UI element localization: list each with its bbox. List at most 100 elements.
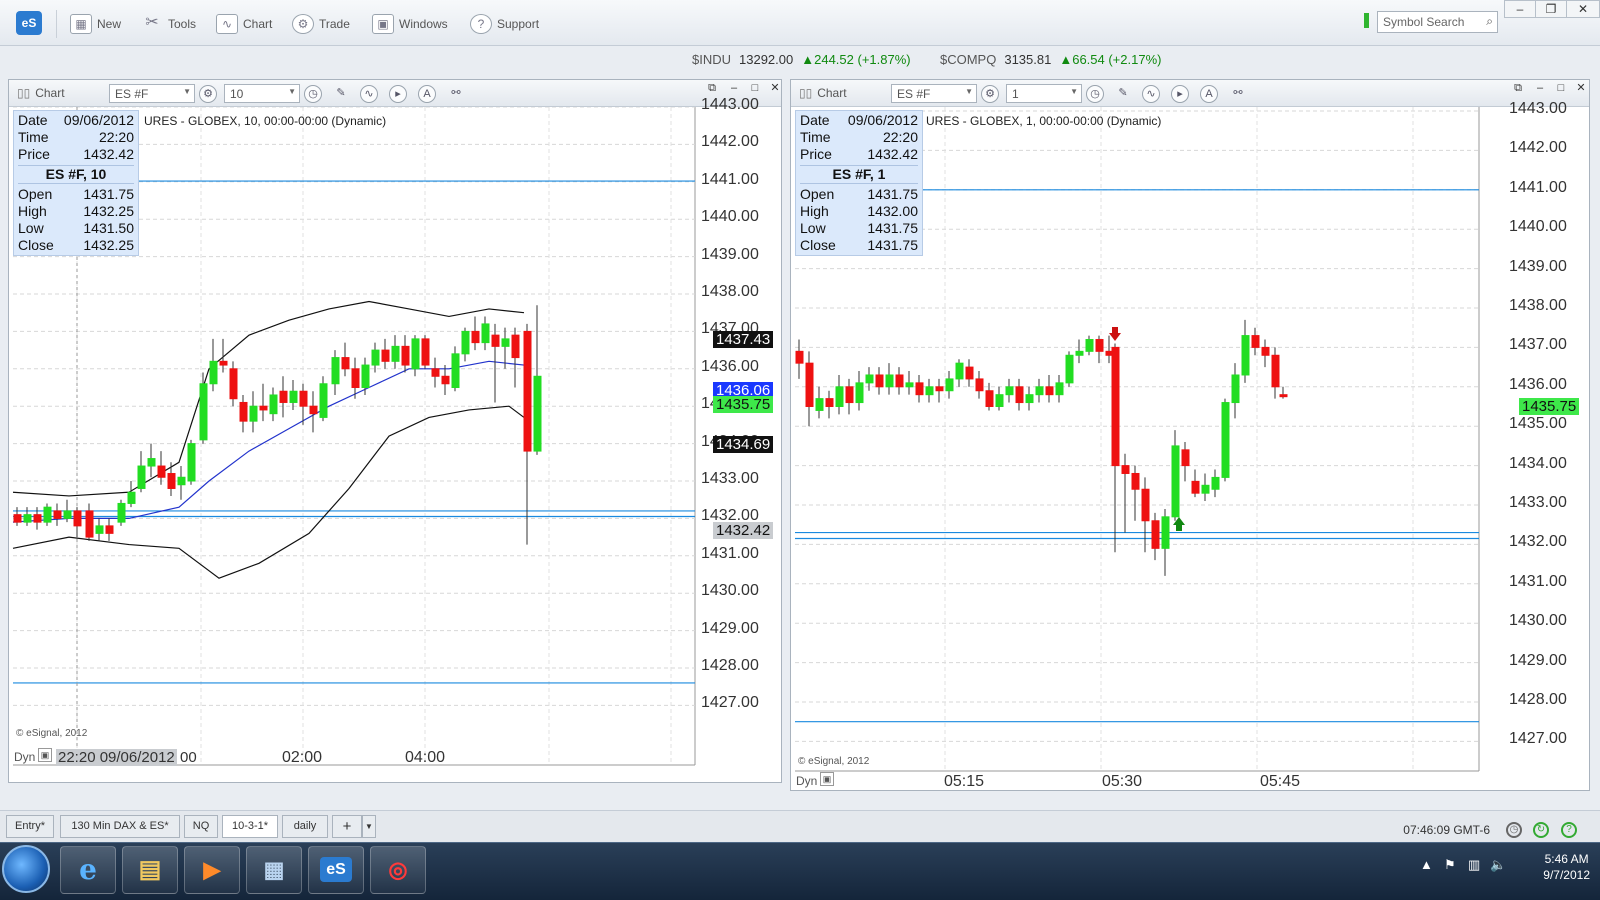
interval-select[interactable]: 1 ▼: [1006, 84, 1082, 103]
trade-label: Trade: [319, 17, 350, 31]
tab-130min-dax-es[interactable]: 130 Min DAX & ES*: [60, 815, 180, 838]
ticker-symbol: $INDU: [692, 52, 732, 67]
file-explorer-icon[interactable]: ▤: [122, 846, 178, 894]
restore-button[interactable]: ❐: [1535, 0, 1567, 18]
close-value: 1432.25: [83, 237, 134, 253]
settings-icon[interactable]: ⚙: [981, 85, 999, 103]
clock-status-icon[interactable]: ◷: [1506, 822, 1522, 838]
chevron-down-icon[interactable]: ▼: [362, 815, 376, 838]
symbol-select[interactable]: ES #F ▼: [109, 84, 195, 103]
minimize-button[interactable]: –: [1504, 0, 1536, 18]
minimize-icon[interactable]: –: [1531, 82, 1549, 96]
alert-icon[interactable]: A: [1200, 85, 1218, 103]
up-candle: [269, 394, 278, 415]
close-icon[interactable]: ✕: [766, 82, 784, 96]
trade-button[interactable]: ⚙ Trade: [292, 12, 350, 36]
esignal-logo[interactable]: eS: [16, 11, 42, 35]
action-center-icon[interactable]: ⚑: [1444, 857, 1456, 873]
down-candle: [381, 349, 390, 362]
ticker-compq[interactable]: $COMPQ 3135.81 ▲66.54 (+2.17%): [940, 52, 1161, 67]
detach-icon[interactable]: ⧉: [703, 82, 721, 96]
down-candle: [351, 368, 360, 388]
time-value: 22:20: [98, 129, 134, 145]
tab-daily[interactable]: daily: [282, 815, 328, 838]
close-button[interactable]: ✕: [1566, 0, 1600, 18]
maximize-icon[interactable]: □: [1552, 82, 1570, 96]
tools-icon: ✂: [145, 14, 159, 31]
refresh-icon[interactable]: ↻: [1533, 822, 1549, 838]
y-tick-label: 1430.00: [701, 582, 759, 600]
up-candle: [481, 323, 490, 344]
interval-select[interactable]: 10 ▼: [224, 84, 300, 103]
tools-label: Tools: [168, 17, 197, 31]
down-candle: [491, 334, 500, 347]
network-icon[interactable]: ▥: [1468, 857, 1480, 873]
other-app-icon[interactable]: ◎: [370, 846, 426, 894]
sell-signal-arrow-stem: [1112, 327, 1118, 334]
up-candle: [23, 514, 32, 523]
tab-entry[interactable]: Entry*: [6, 815, 54, 838]
settings-icon[interactable]: ⚙: [199, 85, 217, 103]
search-icon[interactable]: ⌕: [1486, 14, 1493, 29]
help-status-icon[interactable]: ?: [1561, 822, 1577, 838]
network-monitor-icon[interactable]: ▦: [246, 846, 302, 894]
minimize-icon[interactable]: –: [725, 82, 743, 96]
pencil-icon[interactable]: ✎: [1114, 85, 1132, 103]
up-candle: [391, 345, 400, 362]
low-value: 1431.50: [83, 220, 134, 236]
low-label: Low: [800, 220, 826, 236]
chart-button[interactable]: ∿ Chart: [216, 12, 272, 36]
play-icon[interactable]: ▸: [389, 85, 407, 103]
link-icon[interactable]: ⚯: [447, 85, 465, 103]
clock-icon[interactable]: ◷: [304, 85, 322, 103]
volume-icon[interactable]: 🔈: [1490, 857, 1506, 873]
up-candle: [1171, 445, 1180, 518]
new-button[interactable]: ▦ New: [70, 12, 121, 36]
down-candle: [825, 398, 834, 407]
date-value: 09/06/2012: [847, 112, 918, 128]
up-candle: [127, 491, 136, 504]
y-tick-label: 1442.00: [701, 133, 759, 151]
start-button-icon[interactable]: [2, 845, 50, 893]
up-candle: [177, 476, 186, 486]
clock-icon[interactable]: ◷: [1086, 85, 1104, 103]
time-value: 22:20: [882, 129, 918, 145]
trade-icon: ⚙: [292, 14, 314, 34]
symbol-select[interactable]: ES #F ▼: [891, 84, 977, 103]
system-clock[interactable]: 5:46 AM 9/7/2012: [1543, 851, 1590, 883]
up-candle: [43, 506, 52, 523]
curve-icon[interactable]: ∿: [360, 85, 378, 103]
down-candle: [229, 368, 238, 400]
curve-icon[interactable]: ∿: [1142, 85, 1160, 103]
up-candle: [461, 330, 470, 355]
low-label: Low: [18, 220, 44, 236]
up-candle: [361, 364, 370, 388]
close-icon[interactable]: ✕: [1572, 82, 1590, 96]
x-tick: 00: [180, 749, 197, 766]
dyn-label[interactable]: Dyn: [796, 774, 817, 788]
lock-icon[interactable]: ▣: [820, 772, 834, 786]
play-icon[interactable]: ▸: [1171, 85, 1189, 103]
internet-explorer-icon[interactable]: e: [60, 846, 116, 894]
alert-icon[interactable]: A: [418, 85, 436, 103]
detach-icon[interactable]: ⧉: [1509, 82, 1527, 96]
show-hidden-icons-icon[interactable]: ▲: [1420, 857, 1433, 872]
dyn-label[interactable]: Dyn: [14, 750, 35, 764]
up-candle: [1025, 394, 1034, 404]
lock-icon[interactable]: ▣: [38, 748, 52, 762]
support-button[interactable]: ? Support: [470, 12, 539, 36]
link-icon[interactable]: ⚯: [1229, 85, 1247, 103]
add-tab-button[interactable]: +: [332, 815, 362, 838]
y-tick-label: 1439.00: [701, 245, 759, 263]
pencil-icon[interactable]: ✎: [332, 85, 350, 103]
ticker-indu[interactable]: $INDU 13292.00 ▲244.52 (+1.87%): [692, 52, 911, 67]
symbol-search-input[interactable]: Symbol Search ⌕: [1377, 11, 1498, 33]
esignal-taskbar-icon[interactable]: eS: [308, 846, 364, 894]
tab-nq[interactable]: NQ: [184, 815, 218, 838]
maximize-icon[interactable]: □: [746, 82, 764, 96]
tools-button[interactable]: ✂ Tools: [141, 12, 196, 36]
tab-10-3-1[interactable]: 10-3-1*: [222, 815, 278, 838]
windows-button[interactable]: ▣ Windows: [372, 12, 448, 36]
chart-window-icon: ▯▯: [799, 86, 813, 100]
media-player-icon[interactable]: ▶: [184, 846, 240, 894]
